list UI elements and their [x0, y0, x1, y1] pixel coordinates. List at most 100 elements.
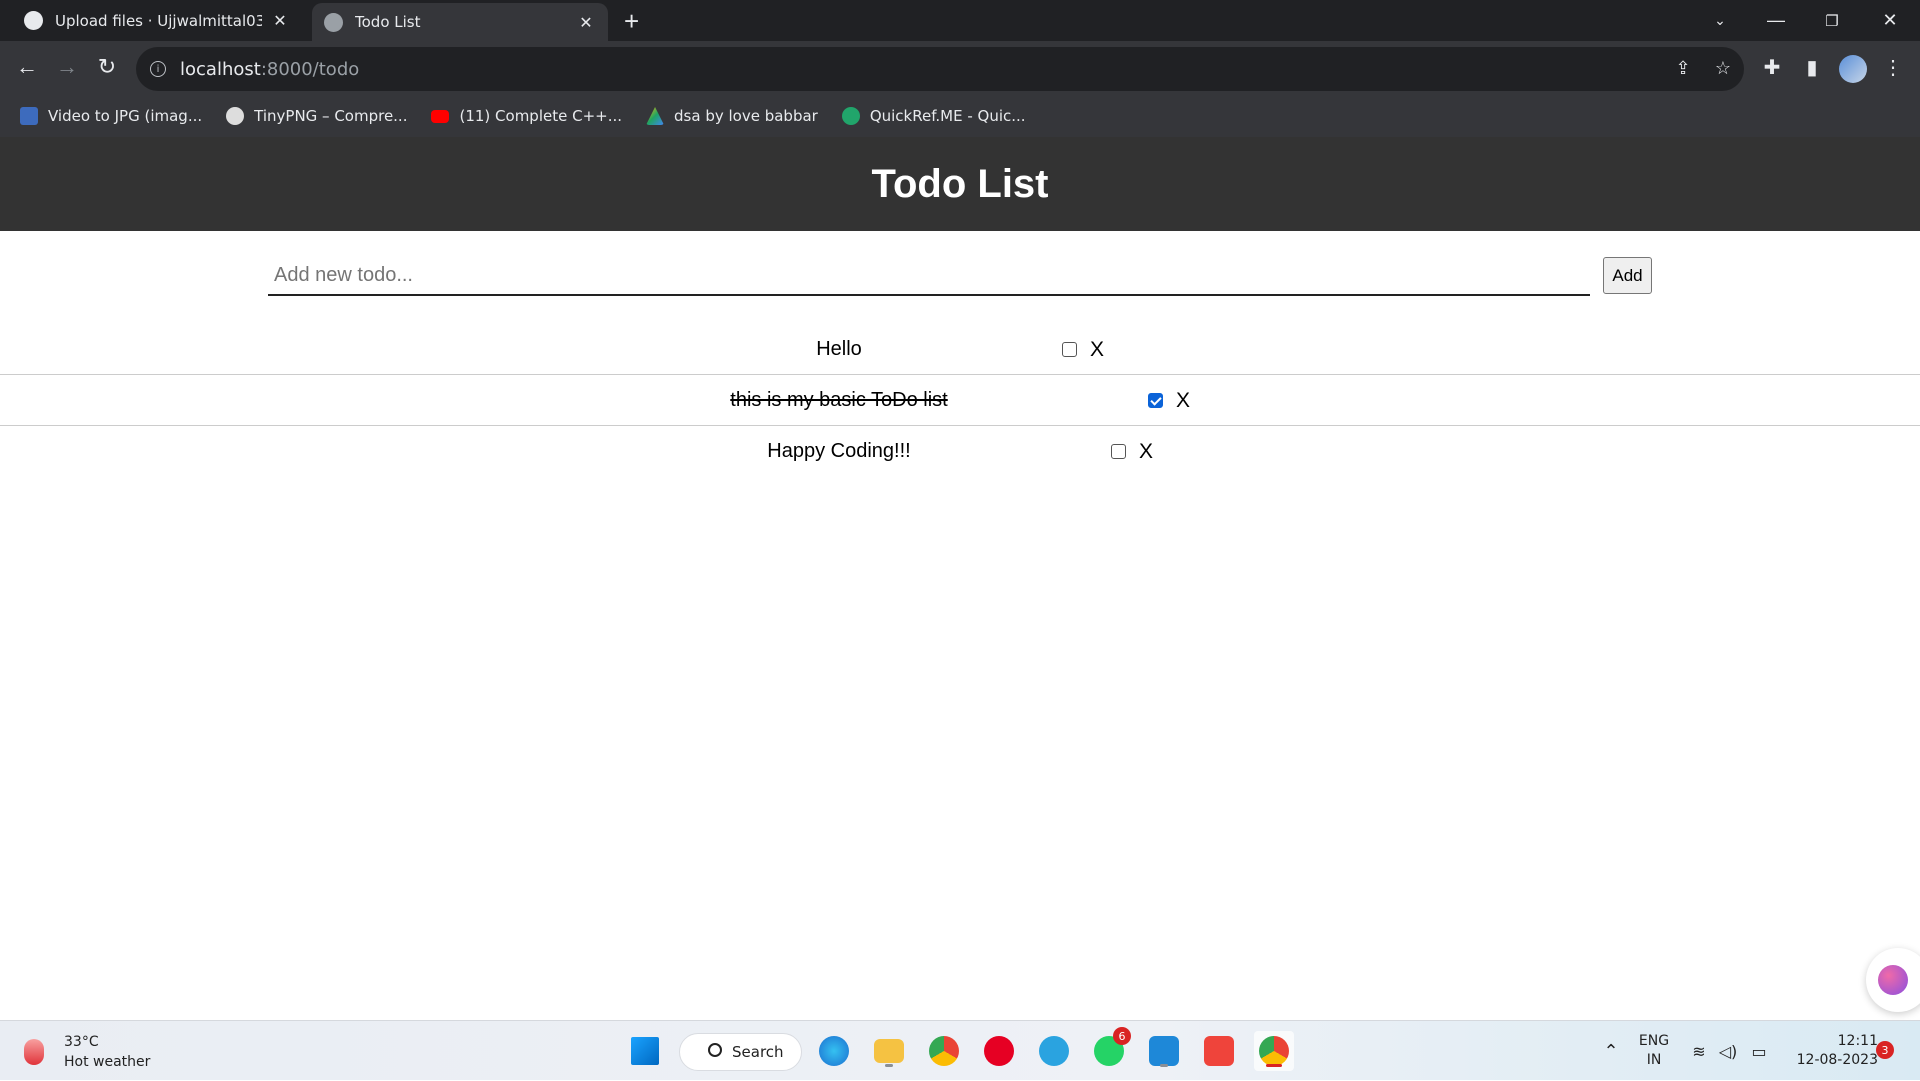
- bookmark-item[interactable]: TinyPNG – Compre...: [226, 107, 407, 125]
- windows-logo-icon: [631, 1037, 659, 1065]
- windows-taskbar: 33°C Hot weather Search 6 ⌃ ENG IN ≋ ◁) ▭…: [0, 1020, 1920, 1080]
- todo-checkbox[interactable]: [1062, 342, 1077, 357]
- chrome-profile-icon: [1259, 1036, 1289, 1066]
- bookmark-label: TinyPNG – Compre...: [254, 107, 408, 125]
- weather-temp: 33°C: [64, 1034, 99, 1050]
- bookmark-label: dsa by love babbar: [674, 107, 818, 125]
- close-window-icon[interactable]: ✕: [1870, 0, 1910, 41]
- tab-search-chevron-icon[interactable]: ⌄: [1700, 0, 1740, 41]
- weather-widget[interactable]: 33°C Hot weather: [24, 1032, 150, 1072]
- panda-icon: [226, 107, 245, 125]
- edge-app[interactable]: [814, 1031, 854, 1071]
- bookmark-item[interactable]: QuickRef.ME - Quic...: [841, 107, 1026, 125]
- video-to-jpg-icon: [20, 107, 38, 125]
- running-indicator: [1160, 1064, 1168, 1067]
- todo-text: this is my basic ToDo list: [730, 389, 948, 411]
- volume-icon[interactable]: ◁): [1716, 1021, 1740, 1081]
- forward-icon[interactable]: →: [52, 52, 82, 82]
- battery-icon[interactable]: ▭: [1746, 1021, 1772, 1081]
- vscode-app[interactable]: [1144, 1031, 1184, 1071]
- todo-item: Hello X: [0, 324, 1920, 375]
- youtube-icon: [431, 109, 450, 123]
- language-indicator[interactable]: ENG IN: [1633, 1021, 1675, 1081]
- bookmark-item[interactable]: (11) Complete C++...: [431, 107, 622, 125]
- menu-icon[interactable]: ⋮: [1880, 55, 1906, 81]
- file-explorer-app[interactable]: [869, 1031, 909, 1071]
- lang-code: ENG: [1638, 1033, 1670, 1049]
- page-content: Todo List Add Hello X this is my basic T…: [0, 137, 1920, 1020]
- clock[interactable]: 12:11 12-08-2023: [1780, 1021, 1878, 1081]
- site-info-icon[interactable]: i: [150, 61, 166, 77]
- show-hidden-icons-chevron-icon[interactable]: ⌃: [1596, 1021, 1626, 1081]
- start-button[interactable]: [625, 1031, 665, 1071]
- chrome-icon: [929, 1036, 959, 1066]
- todo-checkbox[interactable]: [1148, 393, 1163, 408]
- browser-tab-strip: Upload files · Ujjwalmittal03/ToDo ✕ Tod…: [0, 0, 1920, 41]
- back-icon[interactable]: ←: [12, 52, 42, 82]
- extensions-icon[interactable]: ✚: [1759, 55, 1785, 81]
- clock-date: 12-08-2023: [1796, 1052, 1878, 1068]
- reload-icon[interactable]: ↻: [92, 52, 122, 82]
- delete-button[interactable]: X: [1090, 324, 1104, 375]
- telegram-app[interactable]: [1034, 1031, 1074, 1071]
- tab-todo-list[interactable]: Todo List ✕: [312, 3, 608, 41]
- search-icon: [708, 1043, 722, 1057]
- chrome-app[interactable]: [924, 1031, 964, 1071]
- todo-item: this is my basic ToDo list X: [0, 375, 1920, 426]
- add-button[interactable]: Add: [1603, 257, 1652, 294]
- bookmark-item[interactable]: Video to JPG (imag...: [20, 107, 202, 125]
- running-indicator: [1266, 1064, 1282, 1067]
- todo-text: Hello: [816, 338, 862, 360]
- folder-icon: [874, 1039, 904, 1063]
- address-url: localhost:8000/todo: [180, 59, 359, 80]
- wifi-icon[interactable]: ≋: [1687, 1021, 1711, 1081]
- chrome-profile-app[interactable]: [1254, 1031, 1294, 1071]
- pinterest-icon: [984, 1036, 1014, 1066]
- lang-region: IN: [1646, 1052, 1662, 1068]
- address-bar[interactable]: i localhost:8000/todo ⇪ ☆: [136, 47, 1744, 91]
- new-tab-button[interactable]: +: [624, 6, 639, 37]
- anydesk-app[interactable]: [1199, 1031, 1239, 1071]
- globe-icon: [324, 12, 343, 32]
- add-todo-form: Add: [268, 256, 1652, 302]
- quickref-icon: [841, 107, 860, 125]
- tab-title: Todo List: [355, 13, 421, 31]
- delete-button[interactable]: X: [1176, 375, 1190, 426]
- page-title: Todo List: [871, 161, 1049, 206]
- new-todo-input[interactable]: [268, 256, 1590, 296]
- notification-badge[interactable]: 3: [1876, 1041, 1894, 1059]
- share-icon[interactable]: ⇪: [1672, 58, 1694, 80]
- delete-button[interactable]: X: [1139, 426, 1153, 477]
- pinterest-app[interactable]: [979, 1031, 1019, 1071]
- profile-avatar[interactable]: [1839, 55, 1867, 83]
- bookmark-item[interactable]: dsa by love babbar: [646, 107, 818, 125]
- close-tab-icon[interactable]: ✕: [270, 11, 290, 30]
- bookmark-star-icon[interactable]: ☆: [1712, 58, 1734, 80]
- vscode-icon: [1149, 1036, 1179, 1066]
- edge-icon: [819, 1036, 849, 1066]
- side-panel-icon[interactable]: ▮: [1799, 55, 1825, 81]
- restore-icon[interactable]: ❐: [1812, 0, 1852, 41]
- whatsapp-app[interactable]: 6: [1089, 1027, 1131, 1071]
- telegram-icon: [1039, 1036, 1069, 1066]
- bookmark-label: QuickRef.ME - Quic...: [869, 107, 1026, 125]
- todo-text: Happy Coding!!!: [767, 440, 911, 462]
- brain-icon: [1878, 965, 1908, 995]
- anydesk-icon: [1204, 1036, 1234, 1066]
- todo-checkbox[interactable]: [1111, 444, 1126, 459]
- minimize-icon[interactable]: —: [1756, 0, 1796, 41]
- running-indicator: [885, 1064, 893, 1067]
- close-tab-icon[interactable]: ✕: [576, 13, 596, 32]
- tab-upload-files[interactable]: Upload files · Ujjwalmittal03/ToDo ✕: [12, 0, 302, 41]
- bookmark-label: (11) Complete C++...: [459, 107, 623, 125]
- weather-desc: Hot weather: [64, 1054, 151, 1070]
- tab-title: Upload files · Ujjwalmittal03/ToDo: [55, 11, 262, 30]
- search-label: Search: [732, 1043, 784, 1061]
- bookmarks-bar: Video to JPG (imag... TinyPNG – Compre..…: [0, 98, 1920, 134]
- taskbar-search[interactable]: Search: [679, 1033, 802, 1071]
- todo-item: Happy Coding!!! X: [0, 426, 1920, 477]
- address-host: localhost: [180, 58, 261, 80]
- bookmark-label: Video to JPG (imag...: [48, 107, 203, 125]
- assistant-brain-button[interactable]: [1866, 948, 1920, 1012]
- thermometer-icon: [24, 1039, 44, 1065]
